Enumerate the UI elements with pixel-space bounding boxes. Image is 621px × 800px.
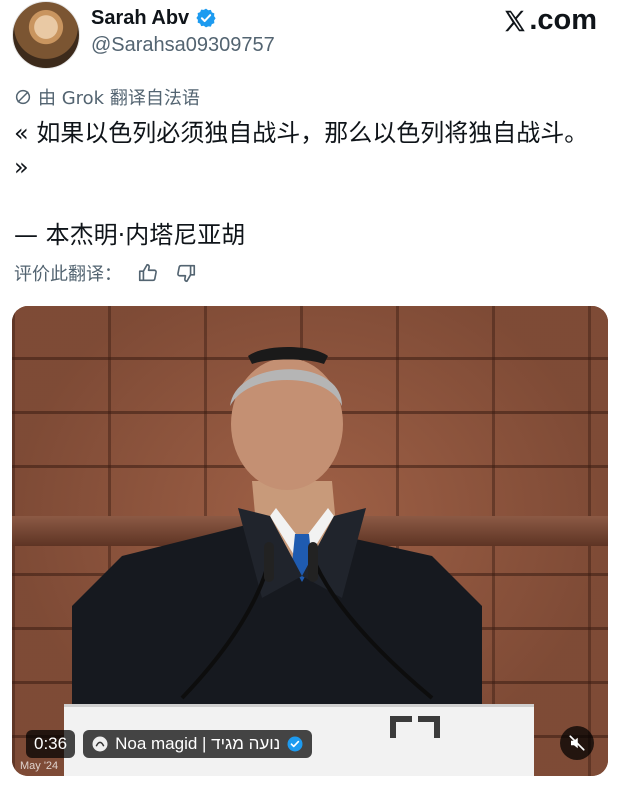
mute-button[interactable] <box>560 726 594 760</box>
name-row: Sarah Abv <box>91 4 217 32</box>
mute-icon <box>569 735 585 751</box>
thumbs-down-icon[interactable] <box>174 261 198 285</box>
verified-badge-icon <box>196 8 216 28</box>
rate-translation-label: 评价此翻译： <box>14 264 122 285</box>
video-player[interactable]: 0:36 Noa magid | נועה מגיד May '24 <box>12 306 608 776</box>
user-handle[interactable]: @Sarahsa09309757 <box>91 34 275 57</box>
post-text: « 如果以色列必须独自战斗，那么以色列将独自战斗。 » — 本杰明·内塔尼亚胡 <box>14 119 589 249</box>
translation-label: 由 Grok 翻译自法语 <box>38 88 200 109</box>
x-logo-icon <box>505 10 526 31</box>
video-credit[interactable]: Noa magid | נועה מגיד <box>83 730 313 758</box>
thumbs-up-icon[interactable] <box>136 261 160 285</box>
brand-logo: .com <box>502 4 597 37</box>
display-name[interactable]: Sarah Abv <box>91 7 189 30</box>
video-date-stamp: May '24 <box>20 760 59 772</box>
rate-translation-row: 评价此翻译： <box>14 258 198 288</box>
lectern-emblem-icon <box>390 716 440 738</box>
grok-icon <box>15 89 31 105</box>
video-credit-logo-icon <box>92 736 108 752</box>
post-header: Sarah Abv @Sarahsa09309757 .com <box>0 0 621 72</box>
avatar[interactable] <box>12 1 80 69</box>
video-time: 0:36 <box>26 730 76 758</box>
credit-verified-icon <box>287 736 303 752</box>
brand-text: .com <box>529 4 597 36</box>
video-overlay: 0:36 Noa magid | נועה מגיד <box>26 728 313 760</box>
translation-note: 由 Grok 翻译自法语 <box>14 84 200 110</box>
video-credit-text: Noa magid | נועה מגיד <box>115 734 281 753</box>
